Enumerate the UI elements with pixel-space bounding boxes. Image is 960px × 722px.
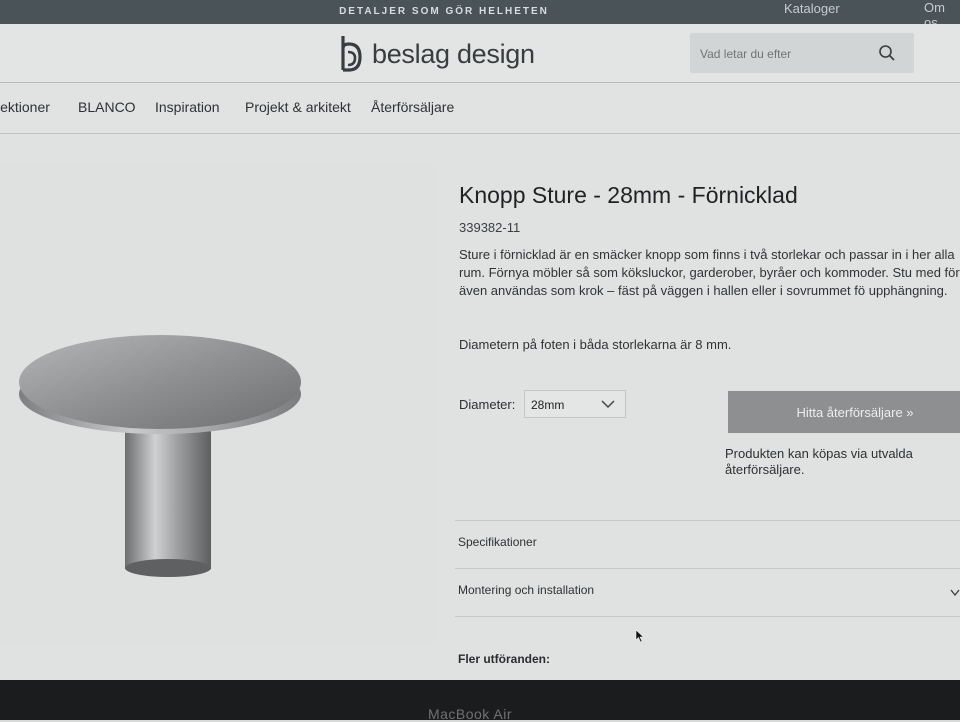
diameter-select[interactable]: 28mm	[524, 390, 626, 418]
product-image[interactable]	[0, 164, 435, 644]
site-logo[interactable]: beslag design	[336, 34, 535, 74]
mouse-cursor-icon	[635, 629, 645, 643]
knob-illustration	[19, 335, 301, 577]
product-title: Knopp Sture - 28mm - Förnicklad	[459, 182, 798, 208]
diameter-selected-value: 28mm	[531, 398, 565, 412]
product-page: Knopp Sture - 28mm - Förnicklad 339382-1…	[0, 134, 960, 680]
search-icon[interactable]	[878, 44, 896, 62]
top-bar: DETALJER SOM GÖR HELHETEN Kataloger Om o…	[0, 0, 960, 30]
site-header: beslag design	[0, 24, 960, 83]
laptop-bezel: MacBook Air	[0, 680, 960, 722]
nav-item-inspiration[interactable]: Inspiration	[155, 99, 220, 115]
nav-item-blanco[interactable]: BLANCO	[78, 99, 136, 115]
nav-item-kollektioner[interactable]: lektioner	[0, 99, 50, 115]
tagline: DETALJER SOM GÖR HELHETEN	[339, 6, 549, 17]
logo-text: beslag design	[372, 38, 535, 69]
diameter-note: Diametern på foten i båda storlekarna är…	[459, 337, 732, 352]
accordion-installation[interactable]: Montering och installation	[458, 583, 594, 597]
logo-mark-icon	[341, 36, 362, 72]
divider	[455, 568, 960, 569]
catalog-link[interactable]: Kataloger	[784, 1, 840, 16]
nav-item-aterforsaljare[interactable]: Återförsäljare	[371, 99, 454, 115]
nav-item-projekt-arkitekt[interactable]: Projekt & arkitekt	[245, 99, 351, 115]
product-sku: 339382-11	[459, 220, 521, 235]
search-input[interactable]	[698, 43, 872, 65]
divider	[455, 616, 960, 617]
variants-heading: Fler utföranden:	[458, 652, 550, 666]
divider	[455, 520, 960, 521]
accordion-specifications[interactable]: Specifikationer	[458, 535, 537, 549]
diameter-label: Diameter:	[459, 397, 516, 412]
main-nav: lektioner BLANCO Inspiration Projekt & a…	[0, 83, 960, 134]
search-box	[690, 33, 914, 73]
product-description: Sture i förnicklad är en smäcker knopp s…	[459, 247, 960, 298]
chevron-down-icon[interactable]	[950, 589, 960, 597]
find-retailer-button[interactable]: Hitta återförsäljare »	[728, 391, 960, 433]
chevron-down-icon	[601, 400, 615, 409]
purchase-note: Produkten kan köpas via utvalda återförs…	[725, 446, 913, 477]
